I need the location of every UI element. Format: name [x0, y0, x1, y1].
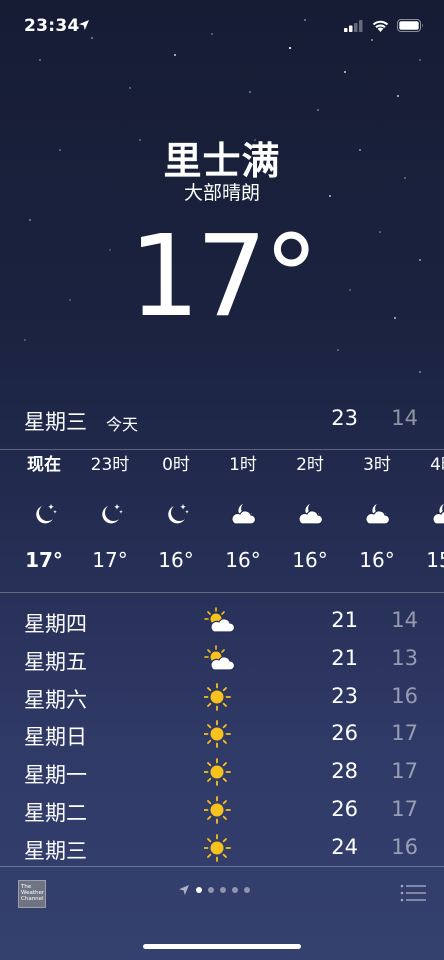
cloud-moon-icon [432, 504, 444, 525]
cloud-moon-icon [365, 504, 391, 525]
status-icons [344, 19, 424, 32]
cellular-signal-icon [344, 19, 363, 32]
today-day: 星期三 [24, 410, 87, 434]
daily-row: 星期二 26 17 [24, 793, 420, 831]
daily-high: 21 [331, 608, 358, 632]
location-arrow-icon [79, 20, 89, 30]
hour-label: 23时 [90, 455, 130, 475]
daily-high: 26 [331, 796, 358, 821]
hour-temp: 16° [158, 548, 194, 572]
starry-sky-background [24, 19, 421, 373]
hour-item: 1时 16° [213, 452, 273, 572]
daily-row: 星期四 21 14 [24, 604, 420, 642]
daily-high: 26 [331, 721, 358, 746]
partly-cloudy-icon [204, 644, 236, 671]
cloud-moon-icon [298, 504, 324, 525]
battery-icon [397, 19, 423, 32]
current-condition: 大部晴朗 [183, 182, 260, 204]
daily-day: 星期二 [24, 800, 87, 825]
page-dot-active [196, 887, 202, 893]
daily-forecast[interactable]: 星期四 21 14 星期五 21 13 星期六 23 16 星期日 26 17 … [24, 604, 420, 869]
daily-day: 星期三 [24, 838, 87, 863]
hour-item: 2时 16° [280, 452, 340, 572]
daily-low: 16 [391, 683, 418, 708]
hour-temp: 15° [426, 548, 444, 572]
home-indicator[interactable] [143, 944, 301, 949]
moon-stars-icon [168, 504, 189, 524]
today-summary-row: 星期三 今天 23 14 [24, 406, 420, 436]
today-high: 23 [331, 406, 358, 430]
hour-label: 2时 [296, 455, 324, 475]
city-name: 里士满 [163, 139, 281, 183]
daily-row: 星期日 26 17 [24, 717, 420, 755]
hour-label: 现在 [27, 455, 61, 475]
wifi-icon [372, 20, 389, 32]
today-low: 14 [391, 406, 418, 430]
status-bar: 23:34 [0, 14, 444, 42]
page-dot [232, 887, 238, 893]
city-list-icon[interactable] [400, 883, 426, 903]
daily-day: 星期一 [24, 763, 87, 788]
current-temperature: 17° [0, 212, 444, 342]
hour-item: 23时 17° [80, 452, 140, 572]
daily-high: 28 [331, 759, 358, 784]
sun-icon [204, 758, 231, 787]
hour-temp: 16° [359, 548, 395, 572]
moon-stars-icon [36, 504, 57, 524]
daily-row: 星期一 28 17 [24, 755, 420, 793]
daily-day: 星期六 [24, 687, 87, 712]
hour-label: 0时 [162, 455, 190, 475]
hour-temp: 16° [225, 548, 261, 572]
bottom-toolbar: The Weather Channel [0, 868, 444, 920]
sun-icon [204, 796, 231, 824]
page-dot [244, 887, 250, 893]
sun-icon [204, 682, 231, 711]
divider-middle [0, 592, 444, 593]
hour-label: 3时 [363, 455, 391, 475]
page-dot [208, 887, 214, 893]
page-indicator[interactable] [178, 884, 250, 896]
daily-row: 星期六 23 16 [24, 680, 420, 718]
hour-temp: 17° [92, 548, 128, 572]
current-temperature-value: 17 [128, 212, 268, 342]
hour-label: 1时 [229, 455, 257, 475]
sun-icon [204, 720, 231, 749]
hour-item: 现在 17° [14, 452, 74, 572]
hour-item: 0时 16° [146, 452, 206, 572]
daily-day: 星期五 [24, 649, 87, 674]
hour-temp: 17° [25, 548, 63, 572]
hour-temp: 16° [292, 548, 328, 572]
daily-low: 17 [391, 721, 418, 746]
moon-stars-icon [102, 504, 123, 524]
daily-day: 星期四 [24, 612, 87, 636]
hour-label: 4时 [430, 455, 444, 475]
daily-low: 13 [391, 645, 418, 670]
daily-high: 21 [331, 645, 358, 670]
degree-symbol: ° [263, 212, 319, 342]
status-time: 23:34 [24, 16, 80, 36]
hour-item: 4时 15° [414, 452, 444, 572]
hourly-forecast[interactable]: 现在 17° 23时 17° 0时 16° 1时 16° 2时 16° 3时 1… [0, 452, 444, 590]
daily-low: 16 [391, 834, 418, 859]
page-dot [220, 887, 226, 893]
hour-item: 3时 16° [347, 452, 407, 572]
divider-bottom [0, 866, 444, 867]
daily-low: 14 [391, 608, 418, 632]
daily-row: 星期五 21 13 [24, 642, 420, 680]
daily-low: 17 [391, 796, 418, 821]
sun-icon [204, 833, 231, 862]
daily-row: 星期三 24 16 [24, 831, 420, 869]
daily-day: 星期日 [24, 725, 87, 750]
daily-low: 17 [391, 759, 418, 784]
weather-channel-logo[interactable]: The Weather Channel [18, 880, 46, 908]
partly-cloudy-icon [204, 607, 236, 633]
daily-high: 23 [331, 683, 358, 708]
location-arrow-icon [179, 885, 189, 895]
cloud-moon-icon [231, 504, 257, 525]
divider-top [0, 449, 444, 450]
today-label: 今天 [106, 415, 139, 434]
daily-high: 24 [331, 834, 358, 859]
